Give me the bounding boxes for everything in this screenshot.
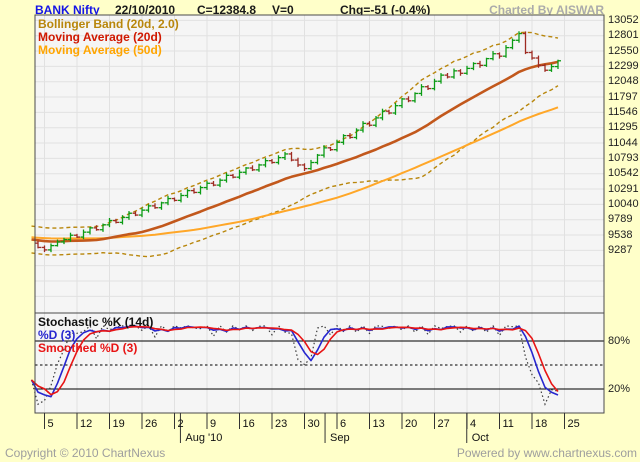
chartnexus-window: BANK Nifty 22/10/2010 C=12384.8 V=0 Chg=… (0, 0, 640, 462)
price-axis-label: 12550 (608, 44, 639, 57)
date-tick-label: 6 (340, 418, 347, 430)
price-axis-label: 10542 (608, 167, 639, 180)
date-tick-label: 2 (177, 418, 184, 430)
price-axis-label: 11044 (608, 136, 638, 149)
price-axis-label: 9789 (608, 213, 633, 226)
price-axis-label: 11797 (608, 90, 638, 103)
date-tick-label: 27 (437, 418, 450, 430)
date-tick-label: 25 (567, 418, 580, 430)
price-axis-label: 13052 (608, 13, 639, 26)
legend-smoothed-d: Smoothed %D (3) (38, 341, 138, 355)
date-tick-label: 18 (535, 418, 548, 430)
date-tick-label: 26 (145, 418, 158, 430)
price-axis-label: 10793 (608, 151, 639, 164)
month-label: Sep (330, 432, 350, 444)
legend-moving-average-50d: Moving Average (50d) (38, 43, 162, 57)
price-axis-label: 12801 (608, 29, 639, 42)
main-panel-legend: Bollinger Band (20d, 2.0) Moving Average… (38, 18, 179, 57)
date-tick-label: 13 (372, 418, 385, 430)
price-axis-label: 12299 (608, 59, 639, 72)
price-axis-label: 10040 (608, 197, 639, 210)
month-label: Oct (471, 432, 489, 444)
stochastic-axis-label: 20% (608, 382, 631, 395)
price-axis-label: 9287 (608, 243, 633, 256)
price-axis-label: 9538 (608, 228, 633, 241)
date-tick-label: 20 (405, 418, 418, 430)
price-axis-label: 11295 (608, 121, 638, 134)
date-tick-label: 5 (47, 418, 54, 430)
date-tick-label: 4 (470, 418, 477, 430)
chart-canvas[interactable] (0, 0, 640, 462)
date-tick-label: 16 (242, 418, 255, 430)
date-tick-label: 19 (112, 418, 125, 430)
stochastic-axis-label: 80% (608, 334, 631, 347)
date-tick-label: 30 (307, 418, 320, 430)
month-label: Aug '10 (185, 432, 223, 444)
main-price-panel[interactable] (35, 15, 604, 313)
date-tick-label: 12 (80, 418, 93, 430)
price-axis-label: 11546 (608, 105, 638, 118)
date-tick-label: 23 (275, 418, 288, 430)
date-tick-label: 9 (210, 418, 217, 430)
price-axis-label: 12048 (608, 75, 639, 88)
stochastic-panel-legend: Stochastic %K (14d) %D (3) Smoothed %D (… (38, 316, 153, 355)
powered-by-label: Powered by www.chartnexus.com (456, 446, 637, 460)
copyright-label: Copyright © 2010 ChartNexus (5, 446, 166, 460)
date-tick-label: 11 (502, 418, 514, 430)
price-axis-label: 10291 (608, 182, 639, 195)
